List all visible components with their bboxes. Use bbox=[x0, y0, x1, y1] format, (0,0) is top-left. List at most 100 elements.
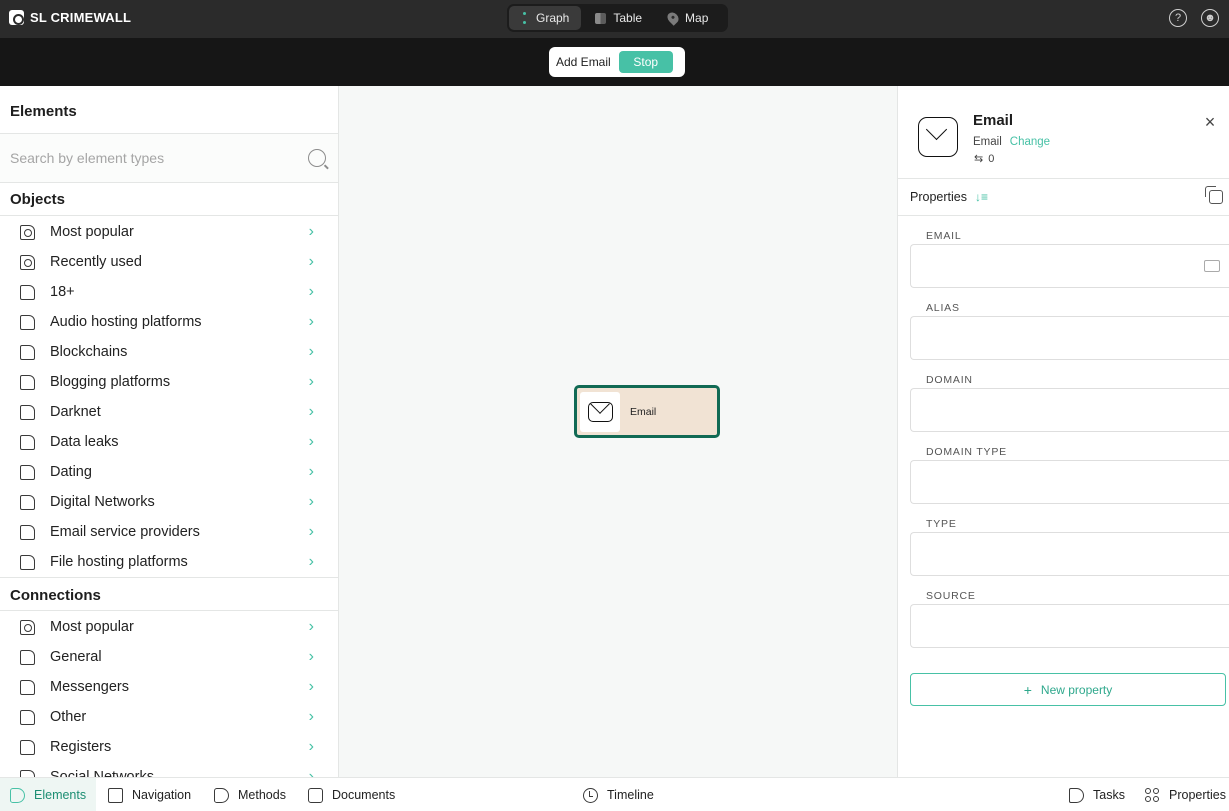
graph-node-email[interactable]: Email bbox=[574, 385, 720, 438]
property-domain-type: DOMAIN TYPE bbox=[910, 432, 1229, 504]
stop-button[interactable]: Stop bbox=[618, 51, 673, 73]
tab-properties[interactable]: Properties bbox=[1135, 778, 1229, 811]
tab-navigation[interactable]: Navigation bbox=[98, 778, 201, 811]
list-item-label: Darknet bbox=[50, 404, 101, 420]
object-category-audio-hosting[interactable]: Audio hosting platforms bbox=[0, 307, 338, 337]
element-header: Email Email Change ⇆ 0 × bbox=[898, 86, 1229, 179]
change-type-link[interactable]: Change bbox=[1010, 136, 1050, 148]
connections-list: Most popular General Messengers Other Re… bbox=[0, 611, 338, 777]
tab-timeline[interactable]: Timeline bbox=[573, 778, 664, 811]
logo-icon bbox=[9, 10, 24, 25]
sort-icon[interactable]: ↓≡ bbox=[975, 190, 988, 204]
chevron-right-icon bbox=[309, 463, 314, 481]
object-category-file-hosting[interactable]: File hosting platforms bbox=[0, 547, 338, 577]
view-tab-label: Map bbox=[685, 11, 709, 25]
view-tab-label: Table bbox=[613, 11, 643, 25]
object-category-digital-networks[interactable]: Digital Networks bbox=[0, 487, 338, 517]
alias-field[interactable] bbox=[910, 316, 1229, 360]
view-tab-map[interactable]: Map bbox=[656, 6, 720, 30]
domain-field[interactable] bbox=[910, 388, 1229, 432]
list-item-label: 18+ bbox=[50, 284, 75, 300]
object-category-blockchains[interactable]: Blockchains bbox=[0, 337, 338, 367]
close-icon[interactable]: × bbox=[1201, 113, 1219, 131]
help-icon[interactable]: ? bbox=[1169, 9, 1187, 27]
list-item-label: Blockchains bbox=[50, 344, 128, 360]
chevron-right-icon bbox=[309, 343, 314, 361]
app-logo[interactable]: SL CRIMEWALL bbox=[9, 10, 131, 25]
graph-canvas[interactable]: Email bbox=[339, 86, 897, 777]
chevron-right-icon bbox=[309, 618, 314, 636]
property-source: SOURCE bbox=[910, 576, 1229, 648]
view-tab-table[interactable]: Table bbox=[583, 6, 654, 30]
tab-elements[interactable]: Elements bbox=[0, 778, 97, 811]
connection-category-social-networks[interactable]: Social Networks bbox=[0, 762, 338, 777]
object-category-blogging[interactable]: Blogging platforms bbox=[0, 367, 338, 397]
folder-icon bbox=[20, 374, 35, 390]
list-item-label: Registers bbox=[50, 739, 112, 755]
type-field[interactable] bbox=[910, 532, 1229, 576]
view-tab-graph[interactable]: Graph bbox=[509, 6, 582, 30]
connections-heading: Connections bbox=[0, 577, 338, 611]
account-icon[interactable]: ☻ bbox=[1201, 9, 1219, 27]
element-title: Email bbox=[973, 112, 1014, 129]
app-name: SL CRIMEWALL bbox=[30, 10, 132, 25]
list-item-label: Social Networks bbox=[50, 769, 154, 777]
connection-category-other[interactable]: Other bbox=[0, 702, 338, 732]
connection-category-registers[interactable]: Registers bbox=[0, 732, 338, 762]
object-category-dating[interactable]: Dating bbox=[0, 457, 338, 487]
search-input[interactable] bbox=[10, 150, 290, 166]
source-field[interactable] bbox=[910, 604, 1229, 648]
object-category-most-popular[interactable]: Most popular bbox=[0, 217, 338, 247]
object-category-recently-used[interactable]: Recently used bbox=[0, 247, 338, 277]
tab-label: Documents bbox=[332, 788, 396, 802]
folder-icon bbox=[20, 554, 35, 570]
add-email-prompt: Add Email Stop bbox=[549, 47, 685, 77]
list-item-label: Dating bbox=[50, 464, 92, 480]
search-icon[interactable] bbox=[308, 149, 326, 167]
field-label: EMAIL bbox=[926, 230, 962, 242]
objects-heading: Objects bbox=[0, 183, 338, 216]
tab-documents[interactable]: Documents bbox=[298, 778, 405, 811]
node-icon-box bbox=[580, 391, 620, 432]
property-type: TYPE bbox=[910, 504, 1229, 576]
list-item-label: Other bbox=[50, 709, 87, 725]
connection-category-general[interactable]: General bbox=[0, 642, 338, 672]
folder-icon bbox=[20, 434, 35, 450]
action-label: Add Email bbox=[556, 55, 611, 69]
properties-label: Properties bbox=[910, 190, 967, 204]
chevron-right-icon bbox=[309, 373, 314, 391]
connection-category-messengers[interactable]: Messengers bbox=[0, 672, 338, 702]
connections-count-value: 0 bbox=[988, 152, 995, 165]
objects-list: Most popular Recently used 18+ Audio hos… bbox=[0, 216, 338, 577]
list-item-label: Blogging platforms bbox=[50, 374, 171, 390]
domain-type-field[interactable] bbox=[910, 460, 1229, 504]
list-item-label: Data leaks bbox=[50, 434, 119, 450]
connections-count: ⇆ 0 bbox=[974, 152, 995, 166]
panel-title: Elements bbox=[0, 86, 338, 134]
folder-icon bbox=[20, 769, 35, 777]
tab-tasks[interactable]: Tasks bbox=[1059, 778, 1135, 811]
folder-icon bbox=[20, 709, 35, 725]
list-item-label: Messengers bbox=[50, 679, 129, 695]
object-category-darknet[interactable]: Darknet bbox=[0, 397, 338, 427]
new-property-button[interactable]: + New property bbox=[910, 673, 1226, 706]
field-label: DOMAIN bbox=[926, 374, 973, 386]
star-folder-icon bbox=[20, 619, 35, 635]
keyboard-icon[interactable] bbox=[1204, 260, 1220, 272]
object-category-email-providers[interactable]: Email service providers bbox=[0, 517, 338, 547]
tab-methods[interactable]: Methods bbox=[204, 778, 296, 811]
chevron-right-icon bbox=[309, 313, 314, 331]
tab-label: Methods bbox=[238, 788, 286, 802]
properties-toolbar: Properties ↓≡ bbox=[898, 179, 1229, 216]
object-category-18-plus[interactable]: 18+ bbox=[0, 277, 338, 307]
field-label: SOURCE bbox=[926, 590, 976, 602]
copy-icon[interactable] bbox=[1205, 186, 1223, 204]
property-alias: ALIAS bbox=[910, 288, 1229, 360]
list-item-label: General bbox=[50, 649, 102, 665]
object-category-data-leaks[interactable]: Data leaks bbox=[0, 427, 338, 457]
chevron-right-icon bbox=[309, 493, 314, 511]
connection-category-most-popular[interactable]: Most popular bbox=[0, 612, 338, 642]
property-email: EMAIL bbox=[910, 216, 1229, 288]
email-field[interactable] bbox=[910, 244, 1229, 288]
view-tab-label: Graph bbox=[536, 11, 570, 25]
